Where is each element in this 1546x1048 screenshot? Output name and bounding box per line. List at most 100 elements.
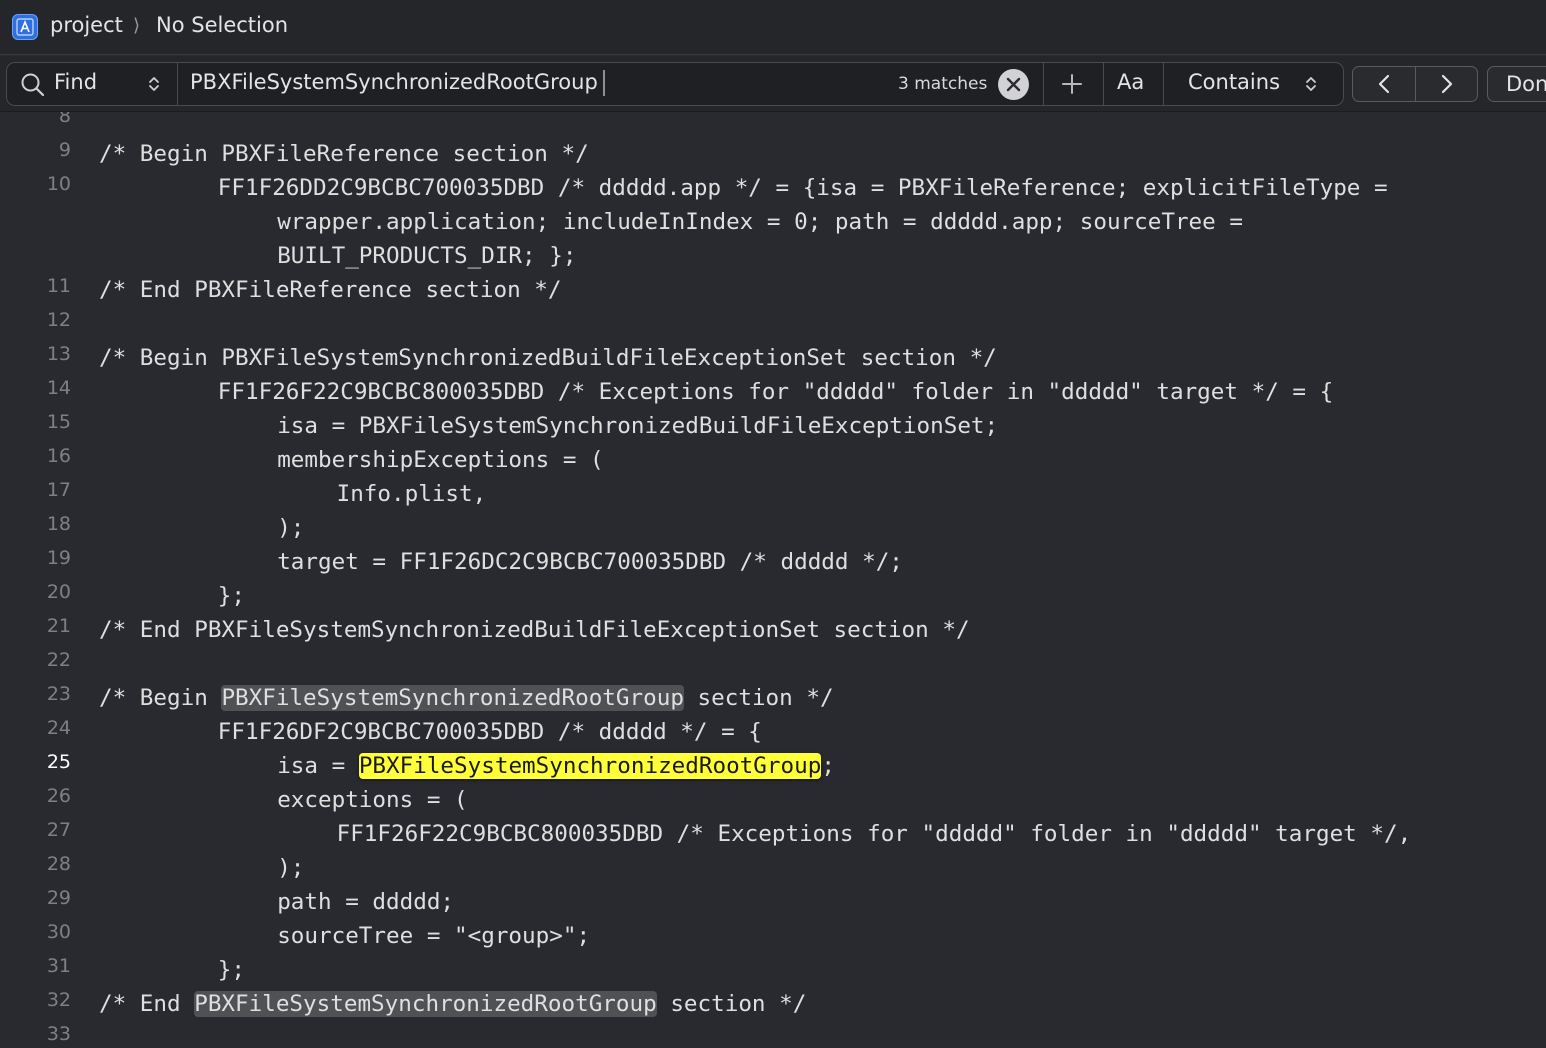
code-line[interactable]: 22 [0, 647, 1546, 681]
code-token: section */ [683, 685, 834, 711]
code-line[interactable]: 25 isa = PBXFileSystemSynchronizedRootGro… [0, 749, 1546, 783]
line-number: 33 [46, 1023, 71, 1045]
code-line[interactable]: 15 isa = PBXFileSystemSynchronizedBuildFi… [0, 409, 1546, 443]
code-text: /* Begin PBXFileReference section */ [99, 137, 589, 171]
code-token: section */ [656, 991, 807, 1017]
code-line[interactable]: 27 FF1F26F22C9BCBC800035DBD /* Exceptions… [0, 817, 1546, 851]
code-line[interactable]: 19 target = FF1F26DC2C9BCBC700035DBD /* d… [0, 545, 1546, 579]
code-line[interactable]: 32 /* End PBXFileSystemSynchronizedRootGr… [0, 987, 1546, 1021]
code-text: sourceTree = "<group>"; [277, 919, 590, 953]
code-text: BUILT_PRODUCTS_DIR; }; [277, 239, 576, 273]
code-line[interactable]: 9 /* Begin PBXFileReference section */ [0, 137, 1546, 171]
code-token: FF1F26F22C9BCBC800035DBD /* Exceptions f… [217, 379, 1334, 405]
find-mode-chevron-updown-icon[interactable] [148, 75, 160, 93]
find-query-input[interactable]: PBXFileSystemSynchronizedRootGroup [190, 70, 598, 94]
add-pattern-button[interactable] [1058, 70, 1086, 98]
code-text: ); [277, 851, 304, 885]
code-token: FF1F26F22C9BCBC800035DBD /* Exceptions f… [336, 821, 1412, 847]
code-text: isa = PBXFileSystemSynchronizedBuildFile… [277, 409, 998, 443]
line-number: 30 [46, 921, 71, 943]
code-line[interactable]: 28); [0, 851, 1546, 885]
code-token: ); [277, 855, 305, 881]
code-line[interactable]: 33 [0, 1021, 1546, 1048]
code-text: /* End PBXFileSystemSynchronizedBuildFil… [99, 613, 970, 647]
line-number: 10 [46, 173, 71, 195]
code-text: wrapper.application; includeInIndex = 0;… [277, 205, 1243, 239]
code-line[interactable]: 31}; [0, 953, 1546, 987]
next-match-button[interactable] [1416, 67, 1478, 101]
search-icon [21, 73, 45, 97]
code-token: /* Begin PBXFileSystemSynchronizedBuildF… [99, 345, 997, 371]
code-token: /* Begin [99, 685, 222, 711]
code-token: }; [217, 583, 246, 609]
code-token: }; [217, 957, 246, 983]
line-number: 14 [46, 377, 71, 399]
code-line[interactable]: 10 FF1F26DD2C9BCBC700035DBD /* ddddd.app … [0, 171, 1546, 205]
code-token: /* End [99, 991, 195, 1017]
chevron-left-icon [1378, 74, 1390, 94]
line-number: 27 [46, 819, 71, 841]
line-number: 20 [46, 581, 71, 603]
code-line[interactable]: 14 FF1F26F22C9BCBC800035DBD /* Exceptions… [0, 375, 1546, 409]
code-line[interactable]: 16 membershipExceptions = ( [0, 443, 1546, 477]
code-line[interactable]: 30 sourceTree = "<group>"; [0, 919, 1546, 953]
code-text: /* End PBXFileSystemSynchronizedRootGrou… [99, 987, 806, 1021]
code-token: /* End PBXFileSystemSynchronizedBuildFil… [99, 617, 970, 643]
code-line[interactable]: BUILT_PRODUCTS_DIR; }; [0, 239, 1546, 273]
code-text: /* End PBXFileReference section */ [99, 273, 562, 307]
code-text: FF1F26DF2C9BCBC700035DBD /* ddddd */ = { [218, 715, 762, 749]
code-text: FF1F26F22C9BCBC800035DBD /* Exceptions f… [337, 817, 1412, 851]
code-token: isa = [277, 753, 359, 779]
code-line[interactable]: 8 [0, 112, 1546, 137]
jump-bar: project ⟩ No Selection [0, 0, 1546, 55]
code-text: FF1F26F22C9BCBC800035DBD /* Exceptions f… [218, 375, 1333, 409]
code-line[interactable]: 26 exceptions = ( [0, 783, 1546, 817]
code-line[interactable]: 13 /* Begin PBXFileSystemSynchronizedBuil… [0, 341, 1546, 375]
code-text: }; [218, 579, 245, 613]
match-style-chevron-updown-icon[interactable] [1305, 75, 1317, 93]
find-mode-select[interactable]: Find [54, 70, 97, 94]
line-number: 22 [46, 649, 71, 671]
code-line[interactable]: 29 path = ddddd; [0, 885, 1546, 919]
breadcrumb-selection[interactable]: No Selection [156, 13, 288, 37]
match-style-select[interactable]: Contains [1188, 70, 1280, 94]
chevron-right-icon [1441, 74, 1453, 94]
text-caret [603, 70, 605, 96]
code-text: target = FF1F26DC2C9BCBC700035DBD /* ddd… [277, 545, 903, 579]
line-number: 26 [46, 785, 71, 807]
previous-match-button[interactable] [1353, 67, 1415, 101]
code-line[interactable]: 20}; [0, 579, 1546, 613]
code-line[interactable]: 21 /* End PBXFileSystemSynchronizedBuildF… [0, 613, 1546, 647]
line-number: 15 [46, 411, 71, 433]
xcode-project-icon[interactable] [12, 14, 38, 40]
line-number: 8 [58, 112, 71, 127]
line-number: 11 [46, 275, 71, 297]
find-field-separator [1103, 62, 1104, 106]
code-line[interactable]: 23 /* Begin PBXFileSystemSynchronizedRoot… [0, 681, 1546, 715]
line-number: 24 [46, 717, 71, 739]
match-navigation [1352, 66, 1478, 102]
plus-icon [1062, 74, 1082, 94]
code-line[interactable]: 24 FF1F26DF2C9BCBC700035DBD /* ddddd */ =… [0, 715, 1546, 749]
line-number: 23 [46, 683, 71, 705]
match-case-button[interactable]: Aa [1117, 70, 1144, 94]
code-line[interactable]: 17 Info.plist, [0, 477, 1546, 511]
breadcrumb-project[interactable]: project [50, 13, 123, 37]
code-token: path = ddddd; [277, 889, 455, 915]
line-number: 29 [46, 887, 71, 909]
code-line[interactable]: 12 [0, 307, 1546, 341]
line-number: 21 [46, 615, 71, 637]
code-line[interactable]: 11 /* End PBXFileReference section */ [0, 273, 1546, 307]
line-number: 18 [46, 513, 71, 535]
done-button[interactable]: Done [1487, 66, 1546, 102]
current-search-match-highlight: PBXFileSystemSynchronizedRootGroup [358, 753, 822, 779]
find-field-separator [1043, 62, 1044, 106]
code-text: }; [218, 953, 245, 987]
code-line[interactable]: 18); [0, 511, 1546, 545]
source-editor[interactable]: 8 9 /* Begin PBXFileReference section */ 10… [0, 112, 1546, 1048]
match-count-label: 3 matches [898, 74, 988, 94]
code-token: isa = PBXFileSystemSynchronizedBuildFile… [277, 413, 999, 439]
clear-search-button[interactable] [998, 69, 1029, 100]
code-line[interactable]: wrapper.application; includeInIndex = 0;… [0, 205, 1546, 239]
code-token: /* End PBXFileReference section */ [99, 277, 562, 303]
